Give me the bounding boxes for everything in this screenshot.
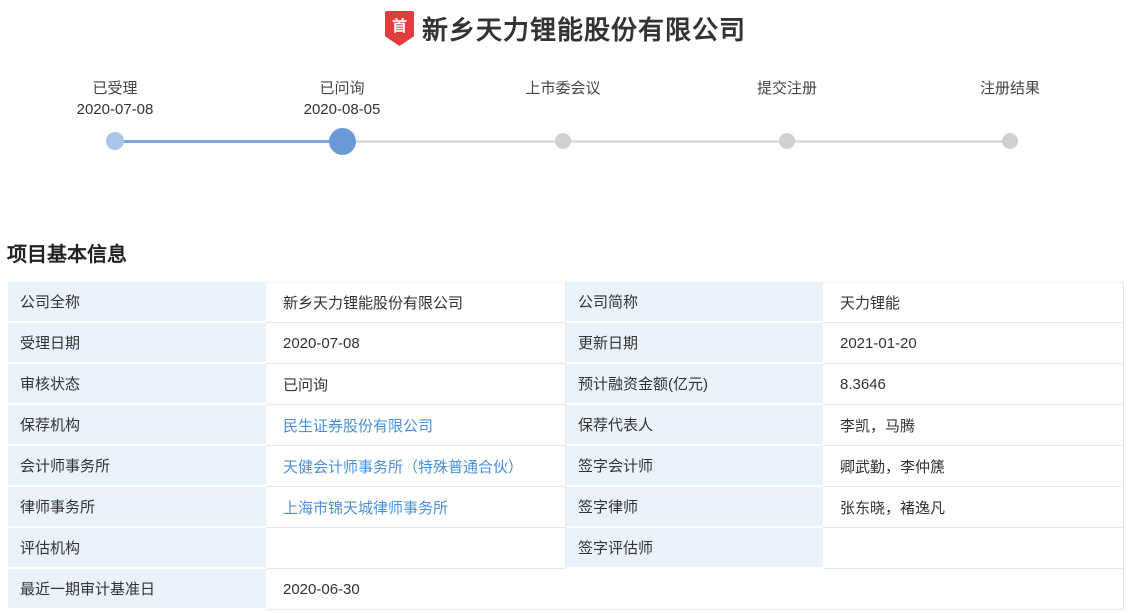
section-title-basic-info: 项目基本信息 xyxy=(7,244,127,266)
field-value-review-status: 已问询 xyxy=(266,364,566,405)
field-value-acceptance-date: 2020-07-08 xyxy=(266,323,566,364)
field-label-signing-accountant: 签字会计师 xyxy=(566,446,823,487)
step-date: 2020-07-08 xyxy=(76,101,154,118)
step-dot-pending-icon xyxy=(555,133,571,149)
field-label-review-status: 审核状态 xyxy=(8,364,266,405)
field-label-accounting-firm: 会计师事务所 xyxy=(8,446,266,487)
field-value-company-full-name: 新乡天力锂能股份有限公司 xyxy=(266,282,566,323)
table-row: 会计师事务所 天健会计师事务所（特殊普通合伙） 签字会计师 卿武勤，李仲篪 xyxy=(8,446,1124,487)
field-label-signing-evaluator: 签字评估师 xyxy=(566,528,823,569)
step-dot-done-icon xyxy=(106,132,124,150)
field-value-latest-audit-base-date: 2020-06-30 xyxy=(266,569,1124,610)
timeline-step-committee-meeting: 上市委会议 xyxy=(473,78,653,156)
field-label-company-full-name: 公司全称 xyxy=(8,282,266,323)
timeline-step-submit-registration: 提交注册 xyxy=(697,78,877,156)
field-label-update-date: 更新日期 xyxy=(566,323,823,364)
step-date: 2020-08-05 xyxy=(303,101,381,118)
step-label: 注册结果 xyxy=(979,80,1040,97)
field-label-law-firm: 律师事务所 xyxy=(8,487,266,528)
table-row: 公司全称 新乡天力锂能股份有限公司 公司简称 天力锂能 xyxy=(8,282,1124,323)
timeline-step-accepted: 已受理 2020-07-08 xyxy=(25,78,205,156)
field-value-update-date: 2021-01-20 xyxy=(823,323,1124,364)
field-value-company-short-name: 天力锂能 xyxy=(823,282,1124,323)
law-firm-link[interactable]: 上海市锦天城律师事务所 xyxy=(283,497,448,518)
table-row: 受理日期 2020-07-08 更新日期 2021-01-20 xyxy=(8,323,1124,364)
timeline-step-inquired: 已问询 2020-08-05 xyxy=(252,78,432,156)
page-title: 新乡天力锂能股份有限公司 xyxy=(421,15,746,45)
field-label-evaluation-institution: 评估机构 xyxy=(8,528,266,569)
field-value-signing-accountant: 卿武勤，李仲篪 xyxy=(823,446,1124,487)
field-value-evaluation-institution xyxy=(266,528,566,569)
field-label-sponsor-representative: 保荐代表人 xyxy=(566,405,823,446)
step-label: 提交注册 xyxy=(756,80,817,97)
step-label: 上市委会议 xyxy=(525,80,601,97)
field-value-expected-financing: 8.3646 xyxy=(823,364,1124,405)
field-value-sponsor-representative: 李凯，马腾 xyxy=(823,405,1124,446)
field-value-signing-lawyer: 张东晓，褚逸凡 xyxy=(823,487,1124,528)
step-label: 已受理 xyxy=(92,80,138,97)
table-row: 评估机构 签字评估师 xyxy=(8,528,1124,569)
field-label-signing-lawyer: 签字律师 xyxy=(566,487,823,528)
field-label-latest-audit-base-date: 最近一期审计基准日 xyxy=(8,569,266,610)
first-badge-icon: 首 xyxy=(384,11,414,46)
field-label-company-short-name: 公司简称 xyxy=(566,282,823,323)
step-dot-active-icon xyxy=(328,127,356,155)
field-value-signing-evaluator xyxy=(823,528,1124,569)
step-dot-pending-icon xyxy=(779,133,795,149)
basic-info-table: 公司全称 新乡天力锂能股份有限公司 公司简称 天力锂能 受理日期 2020-07… xyxy=(8,282,1124,610)
timeline-segment-pending xyxy=(342,140,1010,143)
table-row: 审核状态 已问询 预计融资金额(亿元) 8.3646 xyxy=(8,364,1124,405)
table-row: 最近一期审计基准日 2020-06-30 xyxy=(8,569,1124,610)
field-label-sponsor-institution: 保荐机构 xyxy=(8,405,266,446)
field-label-acceptance-date: 受理日期 xyxy=(8,323,266,364)
table-row: 律师事务所 上海市锦天城律师事务所 签字律师 张东晓，褚逸凡 xyxy=(8,487,1124,528)
ipo-progress-timeline: 已受理 2020-07-08 已问询 2020-08-05 上市委会议 提交注册… xyxy=(0,78,1131,174)
sponsor-institution-link[interactable]: 民生证券股份有限公司 xyxy=(283,415,433,436)
field-label-expected-financing: 预计融资金额(亿元) xyxy=(566,364,823,405)
table-row: 保荐机构 民生证券股份有限公司 保荐代表人 李凯，马腾 xyxy=(8,405,1124,446)
step-label: 已问询 xyxy=(319,80,365,97)
page-header: 首 新乡天力锂能股份有限公司 xyxy=(0,0,1131,48)
timeline-step-registration-result: 注册结果 xyxy=(920,78,1100,156)
step-dot-pending-icon xyxy=(1002,133,1018,149)
accounting-firm-link[interactable]: 天健会计师事务所（特殊普通合伙） xyxy=(283,456,523,477)
